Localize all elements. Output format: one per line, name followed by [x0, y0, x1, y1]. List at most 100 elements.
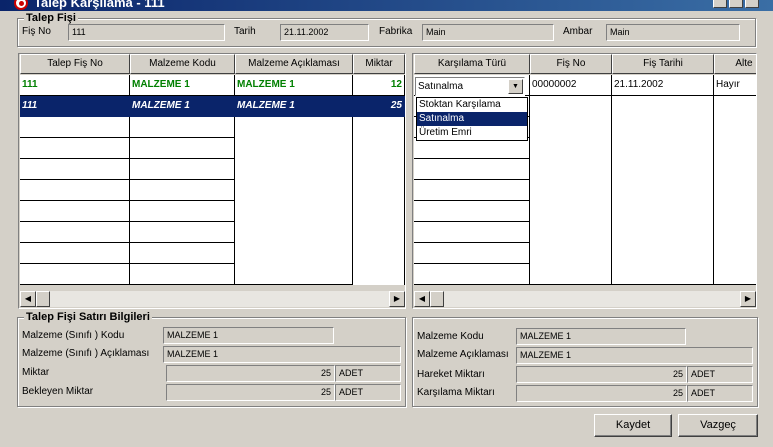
fis-no-label: Fiş No — [22, 26, 51, 37]
title-bar: Talep Karşılama - 111 — [0, 0, 773, 11]
bekleyen-birim-field[interactable]: ADET — [335, 384, 401, 401]
col-fis-tarihi[interactable]: Fiş Tarihi — [612, 54, 714, 74]
close-button[interactable] — [745, 0, 759, 8]
horizontal-scrollbar[interactable]: ◀ ▶ — [20, 291, 405, 307]
karsilama-miktari-label: Karşılama Miktarı — [417, 387, 495, 398]
scroll-right-icon[interactable]: ▶ — [389, 291, 405, 307]
tarih-field[interactable]: 21.11.2002 — [280, 24, 369, 41]
karsilama-miktari-field[interactable]: 25 — [516, 385, 687, 402]
table-row-cell[interactable]: MALZEME 1 — [235, 75, 353, 96]
miktar-birim-field[interactable]: ADET — [335, 365, 401, 382]
empty-cell[interactable] — [530, 96, 612, 285]
bekleyen-miktar-label: Bekleyen Miktar — [22, 386, 94, 397]
selected-row-cell[interactable]: MALZEME 1 — [130, 96, 235, 117]
dropdown-option-uretim[interactable]: Üretim Emri — [417, 126, 527, 140]
empty-cell[interactable] — [130, 222, 235, 243]
cancel-button[interactable]: Vazgeç — [678, 414, 758, 437]
empty-cell[interactable] — [20, 201, 130, 222]
horizontal-scrollbar[interactable]: ◀ ▶ — [414, 291, 756, 307]
fis-no-field[interactable]: 111 — [68, 24, 225, 41]
app-icon — [14, 0, 28, 10]
malzeme-kodu-label: Malzeme (Sınıfı ) Kodu — [22, 330, 125, 341]
empty-cell[interactable] — [20, 264, 130, 285]
empty-cell[interactable] — [414, 264, 530, 285]
r-malzeme-aciklamasi-label: Malzeme Açıklaması — [417, 349, 509, 360]
empty-cell[interactable] — [130, 264, 235, 285]
malzeme-kodu-field[interactable]: MALZEME 1 — [163, 327, 334, 344]
chevron-down-icon[interactable]: ▼ — [508, 79, 523, 94]
empty-cell[interactable] — [612, 96, 714, 285]
malzeme-aciklamasi-field[interactable]: MALZEME 1 — [163, 346, 401, 363]
scroll-thumb[interactable] — [36, 291, 50, 307]
col-alternatif[interactable]: Alte — [714, 54, 756, 74]
table-row-cell[interactable]: MALZEME 1 — [130, 75, 235, 96]
col-karsilama-turu[interactable]: Karşılama Türü — [414, 54, 530, 74]
karsilama-turu-dropdown[interactable]: Stoktan Karşılama Satınalma Üretim Emri — [416, 97, 528, 141]
satir-bilgileri-legend: Talep Fişi Satırı Bilgileri — [24, 311, 152, 323]
table-row-cell[interactable]: 12 — [353, 75, 405, 96]
scroll-left-icon[interactable]: ◀ — [414, 291, 430, 307]
empty-cell[interactable] — [414, 201, 530, 222]
talep-satirlari-grid[interactable]: Talep Fiş No Malzeme Kodu Malzeme Açıkla… — [18, 53, 406, 309]
selected-row-cell[interactable]: 111 — [20, 96, 130, 117]
empty-cell[interactable] — [20, 243, 130, 264]
ambar-field[interactable]: Main — [606, 24, 740, 41]
empty-cell[interactable] — [414, 159, 530, 180]
dropdown-option-stoktan[interactable]: Stoktan Karşılama — [417, 98, 527, 112]
hareket-miktari-label: Hareket Miktarı — [417, 369, 485, 380]
table-row-cell[interactable]: 111 — [20, 75, 130, 96]
window-title: Talep Karşılama - 111 — [34, 0, 165, 10]
ambar-label: Ambar — [563, 26, 593, 37]
col-miktar[interactable]: Miktar — [353, 54, 405, 74]
empty-cell[interactable] — [20, 180, 130, 201]
col-malzeme-aciklamasi[interactable]: Malzeme Açıklaması — [235, 54, 353, 74]
selected-row-cell[interactable]: MALZEME 1 — [235, 96, 353, 117]
table-row-cell[interactable]: Hayır — [714, 75, 756, 96]
karsilama-turu-combo[interactable]: Satınalma ▼ — [415, 77, 525, 96]
fabrika-label: Fabrika — [379, 26, 413, 37]
combo-value: Satınalma — [418, 81, 464, 92]
empty-cell[interactable] — [414, 243, 530, 264]
table-row-cell[interactable]: 00000002 — [530, 75, 612, 96]
empty-cell[interactable] — [20, 138, 130, 159]
empty-cell[interactable] — [130, 159, 235, 180]
hareket-miktari-field[interactable]: 25 — [516, 366, 687, 383]
empty-cell[interactable] — [414, 180, 530, 201]
miktar-field[interactable]: 25 — [166, 365, 335, 382]
r-malzeme-kodu-label: Malzeme Kodu — [417, 331, 484, 342]
empty-cell[interactable] — [414, 138, 530, 159]
scroll-right-icon[interactable]: ▶ — [740, 291, 756, 307]
selected-row-cell[interactable]: 25 — [353, 96, 405, 117]
empty-cell[interactable] — [235, 117, 353, 285]
maximize-button[interactable] — [729, 0, 743, 8]
empty-cell[interactable] — [20, 159, 130, 180]
scroll-thumb[interactable] — [430, 291, 444, 307]
empty-cell[interactable] — [130, 138, 235, 159]
empty-cell[interactable] — [414, 222, 530, 243]
talep-fisi-legend: Talep Fişi — [24, 12, 78, 24]
minimize-button[interactable] — [713, 0, 727, 8]
save-button[interactable]: Kaydet — [594, 414, 672, 437]
empty-cell[interactable] — [130, 180, 235, 201]
hareket-birim-field[interactable]: ADET — [687, 366, 753, 383]
empty-cell[interactable] — [130, 243, 235, 264]
bekleyen-miktar-field[interactable]: 25 — [166, 384, 335, 401]
empty-cell[interactable] — [353, 117, 405, 285]
col-fis-no[interactable]: Fiş No — [530, 54, 612, 74]
miktar-label: Miktar — [22, 367, 50, 378]
table-row-cell[interactable]: 21.11.2002 — [612, 75, 714, 96]
empty-cell[interactable] — [130, 117, 235, 138]
r-malzeme-aciklamasi-field[interactable]: MALZEME 1 — [516, 347, 753, 364]
col-talep-fis-no[interactable]: Talep Fiş No — [20, 54, 130, 74]
tarih-label: Tarih — [234, 26, 256, 37]
empty-cell[interactable] — [130, 201, 235, 222]
fabrika-field[interactable]: Main — [422, 24, 554, 41]
r-malzeme-kodu-field[interactable]: MALZEME 1 — [516, 328, 686, 345]
empty-cell[interactable] — [20, 222, 130, 243]
dropdown-option-satinalma[interactable]: Satınalma — [417, 112, 527, 126]
empty-cell[interactable] — [714, 96, 756, 285]
karsilama-birim-field[interactable]: ADET — [687, 385, 753, 402]
scroll-left-icon[interactable]: ◀ — [20, 291, 36, 307]
col-malzeme-kodu[interactable]: Malzeme Kodu — [130, 54, 235, 74]
empty-cell[interactable] — [20, 117, 130, 138]
